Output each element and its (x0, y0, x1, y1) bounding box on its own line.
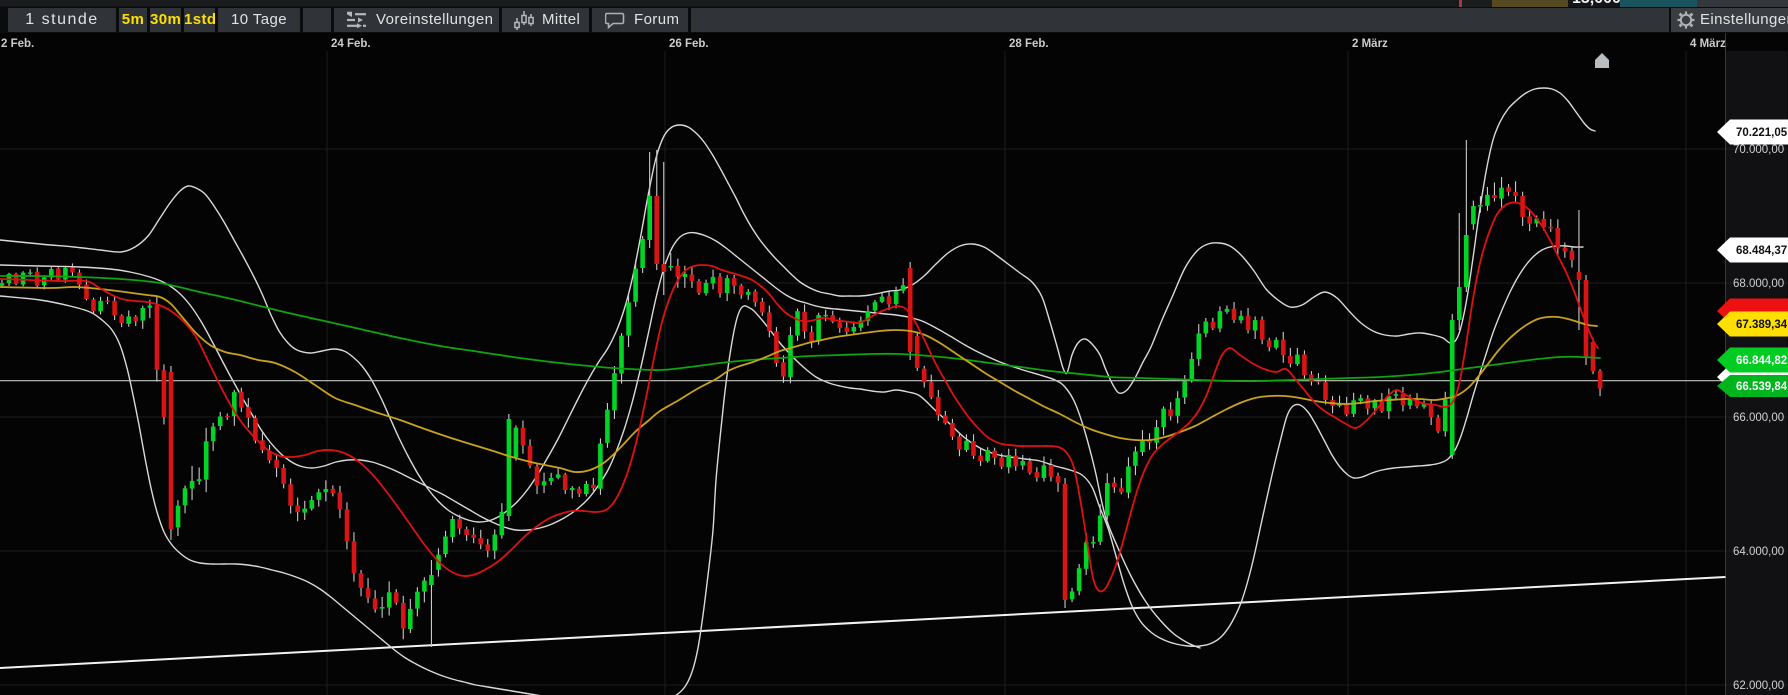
svg-text:2 Feb.: 2 Feb. (1, 38, 34, 50)
svg-text:62.000,00: 62.000,00 (1733, 680, 1784, 692)
svg-text:67.389,34: 67.389,34 (1736, 319, 1788, 331)
svg-text:28 Feb.: 28 Feb. (1009, 38, 1049, 50)
svg-text:68.484,37: 68.484,37 (1736, 245, 1787, 257)
svg-text:4 März: 4 März (1690, 38, 1726, 50)
svg-text:70.000,00: 70.000,00 (1733, 144, 1784, 156)
svg-text:2 März: 2 März (1352, 38, 1388, 50)
svg-text:64.000,00: 64.000,00 (1733, 546, 1784, 558)
svg-text:66.844,82: 66.844,82 (1736, 355, 1787, 367)
svg-text:68.000,00: 68.000,00 (1733, 278, 1784, 290)
svg-text:70.221,05: 70.221,05 (1736, 127, 1788, 139)
svg-text:66.539,84: 66.539,84 (1736, 381, 1788, 393)
svg-text:66.000,00: 66.000,00 (1733, 412, 1784, 424)
svg-text:26 Feb.: 26 Feb. (669, 38, 709, 50)
svg-text:24 Feb.: 24 Feb. (331, 38, 371, 50)
